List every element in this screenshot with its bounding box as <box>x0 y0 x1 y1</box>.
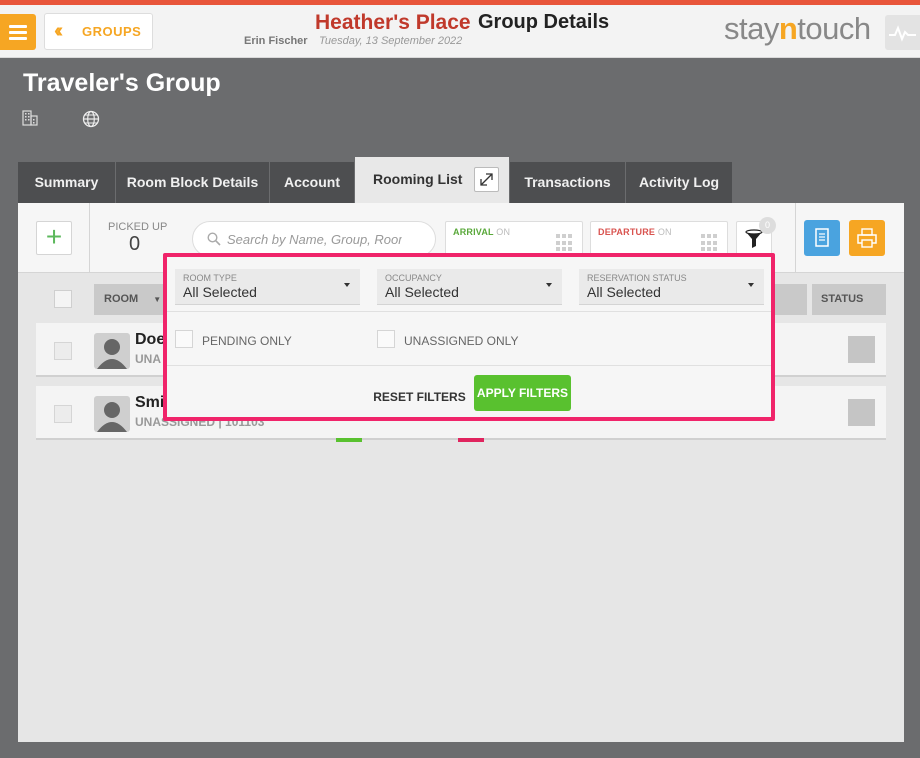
avatar <box>94 396 130 432</box>
person-silhouette-icon <box>97 339 127 369</box>
departure-date-filter[interactable]: DEPARTURE ON <box>590 221 728 257</box>
reset-filters-button[interactable]: RESET FILTERS <box>362 380 477 415</box>
departure-label: DEPARTURE ON <box>598 227 672 237</box>
arrival-label: ARRIVAL ON <box>453 227 510 237</box>
expand-icon <box>480 173 493 186</box>
active-filter-count-badge: 0 <box>759 217 776 234</box>
dropdown-value: All Selected <box>183 284 257 300</box>
logo-text-part: touch <box>797 11 871 46</box>
pulse-icon <box>889 25 916 42</box>
hotel-name: Heather's Place <box>315 11 471 34</box>
activity-pulse-button[interactable] <box>885 15 920 50</box>
avatar <box>94 333 130 369</box>
pending-only-checkbox[interactable] <box>175 330 193 348</box>
menu-icon-bar <box>9 37 27 40</box>
occupancy-dropdown[interactable]: OCCUPANCY All Selected <box>377 269 562 305</box>
caret-down-icon <box>546 283 552 287</box>
document-icon <box>815 228 829 247</box>
expand-rooming-list-button[interactable] <box>474 167 499 192</box>
add-reservation-button[interactable]: + <box>36 221 72 255</box>
departure-date-marker <box>458 438 484 442</box>
filter-popup: ROOM TYPE All Selected OCCUPANCY All Sel… <box>163 253 775 421</box>
picked-up-value: 0 <box>129 233 141 255</box>
divider <box>167 365 771 366</box>
tab-transactions[interactable]: Transactions <box>510 162 625 203</box>
calendar-icon <box>556 234 574 252</box>
user-name: Erin Fischer <box>244 35 308 47</box>
groups-button-label: GROUPS <box>82 24 142 39</box>
search-input[interactable] <box>227 229 402 249</box>
column-header-status[interactable]: STATUS <box>812 284 886 315</box>
search-box[interactable] <box>192 221 436 257</box>
business-date: Tuesday, 13 September 2022 <box>319 35 463 47</box>
arrival-label-text: ARRIVAL <box>453 227 494 237</box>
globe-icon[interactable] <box>82 110 100 128</box>
arrival-date-filter[interactable]: ARRIVAL ON <box>445 221 583 257</box>
page-title: Group Details <box>478 11 610 33</box>
room-type-dropdown[interactable]: ROOM TYPE All Selected <box>175 269 360 305</box>
hamburger-menu-button[interactable] <box>0 14 36 50</box>
reservation-status-dropdown[interactable]: RESERVATION STATUS All Selected <box>579 269 764 305</box>
divider <box>795 203 796 273</box>
back-to-groups-button[interactable]: ‹‹ GROUPS <box>44 13 153 50</box>
departure-label-text: DEPARTURE <box>598 227 656 237</box>
caret-down-icon <box>748 283 754 287</box>
caret-down-icon <box>344 283 350 287</box>
menu-icon-bar <box>9 31 27 34</box>
column-header-room-label: ROOM <box>104 293 139 305</box>
logo-text-accent: n <box>778 11 798 46</box>
status-indicator[interactable] <box>848 399 875 426</box>
search-icon <box>207 232 221 246</box>
print-button[interactable] <box>849 220 885 256</box>
person-silhouette-icon <box>97 402 127 432</box>
status-indicator[interactable] <box>848 336 875 363</box>
apply-filters-button[interactable]: APPLY FILTERS <box>474 375 571 411</box>
guest-name: Smi <box>135 394 165 411</box>
pending-only-label: PENDING ONLY <box>202 334 292 348</box>
group-title: Traveler's Group <box>23 69 221 97</box>
tab-summary[interactable]: Summary <box>18 162 115 203</box>
menu-icon-bar <box>9 25 27 28</box>
dropdown-label: OCCUPANCY <box>385 273 442 283</box>
dropdown-value: All Selected <box>587 284 661 300</box>
picked-up-label: PICKED UP <box>108 221 168 233</box>
stayntouch-logo: stayntouch <box>724 11 871 47</box>
plus-icon: + <box>45 221 63 252</box>
room-assignment-text: UNA <box>135 352 161 366</box>
dropdown-value: All Selected <box>385 284 459 300</box>
arrival-date-marker <box>336 438 362 442</box>
divider <box>167 311 771 312</box>
tab-account[interactable]: Account <box>270 162 354 203</box>
column-header-spacer <box>775 284 807 315</box>
unassigned-only-checkbox[interactable] <box>377 330 395 348</box>
building-icon[interactable] <box>22 110 38 126</box>
calendar-icon <box>701 234 719 252</box>
tab-activity-log[interactable]: Activity Log <box>626 162 732 203</box>
dropdown-label: ROOM TYPE <box>183 273 237 283</box>
divider <box>89 203 90 273</box>
row-checkbox[interactable] <box>54 405 72 423</box>
app-header: ‹‹ GROUPS Heather's Place Group Details … <box>0 5 920 58</box>
logo-text-part: stay <box>724 11 779 46</box>
guest-name: Doe <box>135 331 166 348</box>
sort-caret-icon: ▼ <box>153 295 162 304</box>
dropdown-label: RESERVATION STATUS <box>587 273 687 283</box>
arrival-on-text: ON <box>496 227 511 237</box>
unassigned-only-label: UNASSIGNED ONLY <box>404 334 519 348</box>
select-all-checkbox[interactable] <box>54 290 72 308</box>
export-document-button[interactable] <box>804 220 840 256</box>
tab-room-block-details[interactable]: Room Block Details <box>116 162 269 203</box>
printer-icon <box>857 228 877 248</box>
double-chevron-left-icon: ‹‹ <box>54 20 64 42</box>
row-checkbox[interactable] <box>54 342 72 360</box>
column-header-room[interactable]: ROOM ▼ <box>94 284 174 315</box>
departure-on-text: ON <box>657 227 672 237</box>
